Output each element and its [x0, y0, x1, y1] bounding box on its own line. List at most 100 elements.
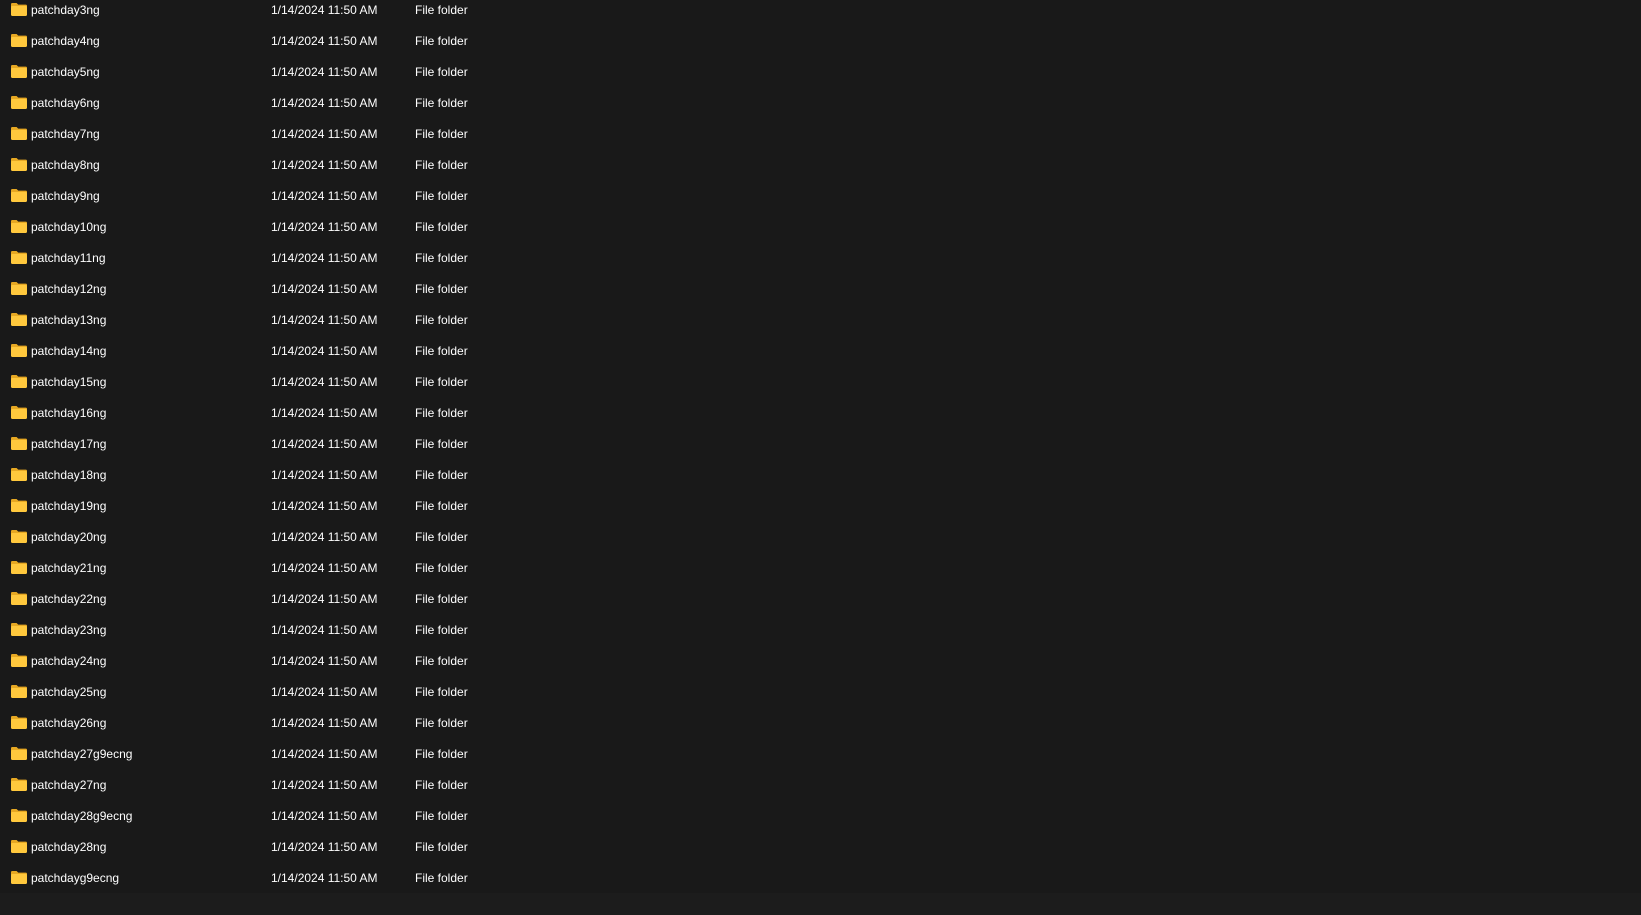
file-row[interactable]: patchday22ng 1/14/2024 11:50 AM File folde… — [0, 589, 1641, 620]
file-name[interactable]: patchday15ng — [31, 375, 106, 390]
file-row[interactable]: patchday23ng 1/14/2024 11:50 AM File folde… — [0, 620, 1641, 651]
date-modified: 1/14/2024 11:50 AM — [271, 468, 378, 482]
folder-icon — [11, 34, 27, 47]
file-type: File folder — [415, 499, 468, 513]
date-modified: 1/14/2024 11:50 AM — [271, 716, 378, 730]
file-name[interactable]: patchday5ng — [31, 65, 100, 80]
file-row[interactable]: patchday6ng 1/14/2024 11:50 AM File folder — [0, 93, 1641, 124]
file-row[interactable]: patchday9ng 1/14/2024 11:50 AM File folder — [0, 186, 1641, 217]
file-name[interactable]: patchday8ng — [31, 158, 100, 173]
file-row[interactable]: patchday13ng 1/14/2024 11:50 AM File folde… — [0, 310, 1641, 341]
folder-icon — [11, 313, 27, 326]
date-modified: 1/14/2024 11:50 AM — [271, 158, 378, 172]
file-type: File folder — [415, 778, 468, 792]
file-row[interactable]: patchday10ng 1/14/2024 11:50 AM File folde… — [0, 217, 1641, 248]
file-name[interactable]: patchday21ng — [31, 561, 106, 576]
file-type: File folder — [415, 406, 468, 420]
file-row[interactable]: patchday20ng 1/14/2024 11:50 AM File folde… — [0, 527, 1641, 558]
file-name[interactable]: patchday12ng — [31, 282, 106, 297]
file-type: File folder — [415, 3, 468, 17]
date-modified: 1/14/2024 11:50 AM — [271, 685, 378, 699]
file-row[interactable]: patchday19ng 1/14/2024 11:50 AM File folde… — [0, 496, 1641, 527]
folder-icon — [11, 220, 27, 233]
file-name[interactable]: patchday18ng — [31, 468, 106, 483]
file-type: File folder — [415, 127, 468, 141]
file-name[interactable]: patchday10ng — [31, 220, 106, 235]
file-name[interactable]: patchday22ng — [31, 592, 106, 607]
file-type: File folder — [415, 220, 468, 234]
file-name[interactable]: patchdayg9ecng — [31, 871, 119, 886]
file-name[interactable]: patchday11ng — [31, 251, 106, 266]
file-type: File folder — [415, 96, 468, 110]
folder-icon — [11, 592, 27, 605]
file-name[interactable]: patchday24ng — [31, 654, 106, 669]
file-row[interactable]: patchday18ng 1/14/2024 11:50 AM File folde… — [0, 465, 1641, 496]
file-row[interactable]: patchday14ng 1/14/2024 11:50 AM File folde… — [0, 341, 1641, 372]
file-type: File folder — [415, 189, 468, 203]
file-name[interactable]: patchday4ng — [31, 34, 100, 49]
file-name[interactable]: patchday26ng — [31, 716, 106, 731]
folder-icon — [11, 747, 27, 760]
file-row[interactable]: patchday8ng 1/14/2024 11:50 AM File folder — [0, 155, 1641, 186]
date-modified: 1/14/2024 11:50 AM — [271, 437, 378, 451]
file-name[interactable]: patchday14ng — [31, 344, 106, 359]
date-modified: 1/14/2024 11:50 AM — [271, 561, 378, 575]
file-row[interactable]: patchday27ng 1/14/2024 11:50 AM File folde… — [0, 775, 1641, 806]
file-name[interactable]: patchday16ng — [31, 406, 106, 421]
file-name[interactable]: patchday20ng — [31, 530, 106, 545]
file-name[interactable]: patchday6ng — [31, 96, 100, 111]
file-row[interactable]: patchday21ng 1/14/2024 11:50 AM File folde… — [0, 558, 1641, 589]
file-row[interactable]: patchday17ng 1/14/2024 11:50 AM File folde… — [0, 434, 1641, 465]
date-modified: 1/14/2024 11:50 AM — [271, 623, 378, 637]
date-modified: 1/14/2024 11:50 AM — [271, 654, 378, 668]
file-row[interactable]: patchday7ng 1/14/2024 11:50 AM File folder — [0, 124, 1641, 155]
file-row[interactable]: patchday28ng 1/14/2024 11:50 AM File folde… — [0, 837, 1641, 868]
file-name[interactable]: patchday27ng — [31, 778, 106, 793]
folder-icon — [11, 406, 27, 419]
file-row[interactable]: patchday11ng 1/14/2024 11:50 AM File folde… — [0, 248, 1641, 279]
file-name[interactable]: patchday25ng — [31, 685, 106, 700]
file-row[interactable]: patchday12ng 1/14/2024 11:50 AM File folde… — [0, 279, 1641, 310]
folder-icon — [11, 189, 27, 202]
file-type: File folder — [415, 716, 468, 730]
file-name[interactable]: patchday9ng — [31, 189, 100, 204]
date-modified: 1/14/2024 11:50 AM — [271, 375, 378, 389]
folder-icon — [11, 468, 27, 481]
file-name[interactable]: patchday7ng — [31, 127, 100, 142]
file-row[interactable]: patchday15ng 1/14/2024 11:50 AM File folde… — [0, 372, 1641, 403]
date-modified: 1/14/2024 11:50 AM — [271, 127, 378, 141]
folder-icon — [11, 375, 27, 388]
file-name[interactable]: patchday19ng — [31, 499, 106, 514]
folder-icon — [11, 3, 27, 16]
file-row[interactable]: patchday25ng 1/14/2024 11:50 AM File folde… — [0, 682, 1641, 713]
file-name[interactable]: patchday3ng — [31, 3, 100, 18]
date-modified: 1/14/2024 11:50 AM — [271, 778, 378, 792]
file-row[interactable]: patchday28g9ecng 1/14/2024 11:50 AM File f… — [0, 806, 1641, 837]
file-row[interactable]: patchday26ng 1/14/2024 11:50 AM File folde… — [0, 713, 1641, 744]
date-modified: 1/14/2024 11:50 AM — [271, 65, 378, 79]
file-row[interactable]: patchday4ng 1/14/2024 11:50 AM File folder — [0, 31, 1641, 62]
file-row[interactable]: patchday3ng 1/14/2024 11:50 AM File folder — [0, 0, 1641, 31]
file-row[interactable]: patchday16ng 1/14/2024 11:50 AM File folde… — [0, 403, 1641, 434]
file-name[interactable]: patchday13ng — [31, 313, 106, 328]
folder-icon — [11, 840, 27, 853]
file-row[interactable]: patchday27g9ecng 1/14/2024 11:50 AM File f… — [0, 744, 1641, 775]
file-type: File folder — [415, 437, 468, 451]
folder-icon — [11, 778, 27, 791]
folder-icon — [11, 344, 27, 357]
file-row[interactable]: patchday24ng 1/14/2024 11:50 AM File folde… — [0, 651, 1641, 682]
file-type: File folder — [415, 251, 468, 265]
folder-icon — [11, 685, 27, 698]
file-type: File folder — [415, 530, 468, 544]
file-name[interactable]: patchday23ng — [31, 623, 106, 638]
file-name[interactable]: patchday28g9ecng — [31, 809, 132, 824]
folder-icon — [11, 251, 27, 264]
file-row[interactable]: patchday5ng 1/14/2024 11:50 AM File folder — [0, 62, 1641, 93]
folder-icon — [11, 809, 27, 822]
file-name[interactable]: patchday27g9ecng — [31, 747, 132, 762]
folder-icon — [11, 127, 27, 140]
folder-icon — [11, 282, 27, 295]
file-type: File folder — [415, 592, 468, 606]
file-name[interactable]: patchday28ng — [31, 840, 106, 855]
file-name[interactable]: patchday17ng — [31, 437, 106, 452]
